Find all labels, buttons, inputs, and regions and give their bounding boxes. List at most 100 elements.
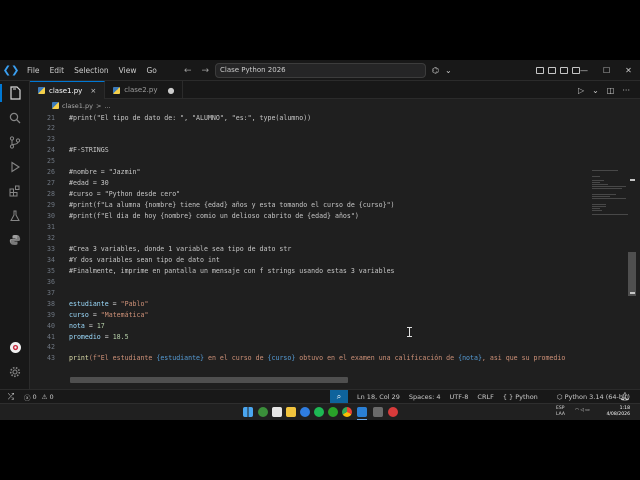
code-token: 17 [96, 321, 105, 330]
code-line[interactable]: 31 [30, 222, 628, 233]
vertical-scrollbar-track[interactable] [628, 112, 636, 381]
code-line[interactable]: 30 #print(f"El dia de hoy {nombre} comio … [30, 211, 628, 222]
code-line[interactable]: 42 [30, 342, 628, 353]
arrow-left-icon[interactable]: ← [184, 66, 192, 76]
split-editor-icon[interactable]: ◫ [607, 86, 615, 95]
extensions-icon[interactable] [7, 183, 23, 199]
tray-icons[interactable]: ◠ ◁ ▭ [575, 408, 590, 414]
minimap[interactable] [586, 112, 628, 222]
tab-clase2[interactable]: clase2.py ● [105, 81, 184, 99]
gear-icon[interactable] [7, 364, 23, 380]
menu-file[interactable]: File [22, 60, 45, 81]
code-line[interactable]: 22 [30, 123, 628, 134]
zoom-icon[interactable]: ⌕ [330, 390, 348, 403]
code-token: (f"El estudiante [88, 354, 157, 363]
file-explorer-icon[interactable] [286, 407, 296, 417]
code-editor[interactable]: 21 #print("El tipo de dato de: ", "ALUMNO… [30, 112, 628, 381]
task-view-icon[interactable] [272, 407, 282, 417]
minimize-icon[interactable]: — [580, 66, 588, 75]
code-line[interactable]: 40 nota = 17 [30, 320, 628, 331]
windows-start-icon[interactable] [243, 407, 253, 417]
title-actions: ⌬ ⌄ [432, 60, 452, 81]
menu-view[interactable]: View [114, 60, 142, 81]
unsaved-dot-icon[interactable]: ● [168, 86, 175, 95]
copilot-icon[interactable]: ⌬ [432, 66, 439, 75]
text-cursor-icon [407, 327, 412, 337]
code-line[interactable]: 29 #print(f"La alumna {nombre} tiene {eda… [30, 200, 628, 211]
remote-icon[interactable]: ⤮ [0, 390, 22, 403]
account-icon[interactable] [7, 339, 23, 355]
warning-icon: ⚠ [41, 392, 48, 401]
run-options-chevron-icon[interactable]: ⌄ [592, 86, 599, 95]
terminal-taskbar-icon[interactable] [373, 407, 383, 417]
system-tray[interactable]: ESP LAA [556, 406, 565, 418]
python-icon[interactable] [7, 232, 23, 248]
code-line[interactable]: 32 [30, 232, 628, 243]
testing-icon[interactable] [7, 208, 23, 224]
toggle-panel-icon[interactable] [548, 67, 556, 74]
code-line[interactable]: 33 #Crea 3 variables, donde 1 variable se… [30, 243, 628, 254]
search-icon[interactable] [7, 110, 23, 126]
problems-indicator[interactable]: ⓧ 0 ⚠ 0 [22, 392, 54, 402]
code-line[interactable]: 27 #edad = 30 [30, 178, 628, 189]
arrow-right-icon[interactable]: → [202, 66, 210, 76]
code-line[interactable]: 37 [30, 287, 628, 298]
code-token: obtuvo en el examen una calificación de [295, 354, 459, 363]
code-line[interactable]: 25 [30, 156, 628, 167]
line-number: 23 [47, 135, 55, 144]
code-line[interactable]: 39 curso = "Matemática" [30, 309, 628, 320]
line-number: 39 [47, 310, 55, 319]
xbox-icon[interactable] [258, 407, 268, 417]
close-tab-icon[interactable]: × [90, 87, 96, 95]
edge-icon[interactable] [300, 407, 310, 417]
code-line[interactable]: 41 promedio = 18.5 [30, 331, 628, 342]
encoding[interactable]: UTF-8 [449, 393, 468, 401]
maximize-icon[interactable]: ☐ [603, 66, 610, 75]
code-line[interactable]: 28 #curso = "Python desde cero" [30, 189, 628, 200]
vscode-taskbar-icon[interactable] [357, 407, 367, 417]
command-center[interactable]: Clase Python 2026 [215, 63, 426, 78]
line-number: 42 [47, 343, 55, 352]
code-line[interactable]: 24 #F-STRINGS [30, 145, 628, 156]
explorer-icon[interactable] [7, 85, 23, 101]
spotify-icon[interactable] [314, 407, 324, 417]
code-token: "Pablo" [120, 299, 149, 308]
run-debug-icon[interactable] [7, 159, 23, 175]
customize-layout-icon[interactable] [572, 67, 580, 74]
system-clock[interactable]: 1:18 4/08/2026 [604, 406, 630, 418]
breadcrumb-file[interactable]: clase1.py [62, 102, 93, 110]
chevron-down-icon[interactable]: ⌄ [445, 66, 452, 75]
indentation[interactable]: Spaces: 4 [409, 393, 441, 401]
horizontal-scrollbar-thumb[interactable] [70, 377, 348, 383]
code-line[interactable]: 38 estudiante = "Pablo" [30, 298, 628, 309]
source-control-icon[interactable] [7, 134, 23, 150]
minimap-line [592, 206, 606, 207]
cursor-position[interactable]: Ln 18, Col 29 [357, 393, 400, 401]
toggle-sidebar-icon[interactable] [536, 67, 544, 74]
chrome-icon[interactable] [342, 407, 352, 417]
tab-clase1[interactable]: clase1.py × [30, 81, 106, 99]
menu-go[interactable]: Go [141, 60, 161, 81]
breadcrumb-more[interactable]: ... [104, 102, 110, 110]
code-line[interactable]: 26 #nombre = "Jazmin" [30, 167, 628, 178]
more-actions-icon[interactable]: ··· [622, 86, 630, 95]
language-mode[interactable]: { } Python [503, 393, 538, 401]
code-line[interactable]: 21 #print("El tipo de dato de: ", "ALUMNO… [30, 112, 628, 123]
code-line[interactable]: 35 #Finalmente, imprime en pantalla un me… [30, 265, 628, 276]
run-file-icon[interactable]: ▷ [578, 86, 584, 95]
code-line[interactable]: 23 [30, 134, 628, 145]
vertical-scrollbar-thumb[interactable] [628, 252, 636, 296]
close-icon[interactable]: ✕ [625, 66, 632, 75]
toggle-secondary-sidebar-icon[interactable] [560, 67, 568, 74]
whatsapp-icon[interactable] [328, 407, 338, 417]
code-line[interactable]: 36 [30, 276, 628, 287]
code-line[interactable]: 34 #Y dos variables sean tipo de dato int [30, 254, 628, 265]
menu-edit[interactable]: Edit [45, 60, 70, 81]
code-line[interactable]: 43 print(f"El estudiante {estudiante} en … [30, 353, 628, 364]
bell-icon[interactable]: 🔔︎ [620, 390, 630, 403]
end-of-line[interactable]: CRLF [477, 393, 493, 401]
menu-selection[interactable]: Selection [69, 60, 114, 81]
line-number: 41 [47, 332, 55, 341]
wifi-icon: ◠ [575, 408, 579, 413]
opera-icon[interactable] [388, 407, 398, 417]
